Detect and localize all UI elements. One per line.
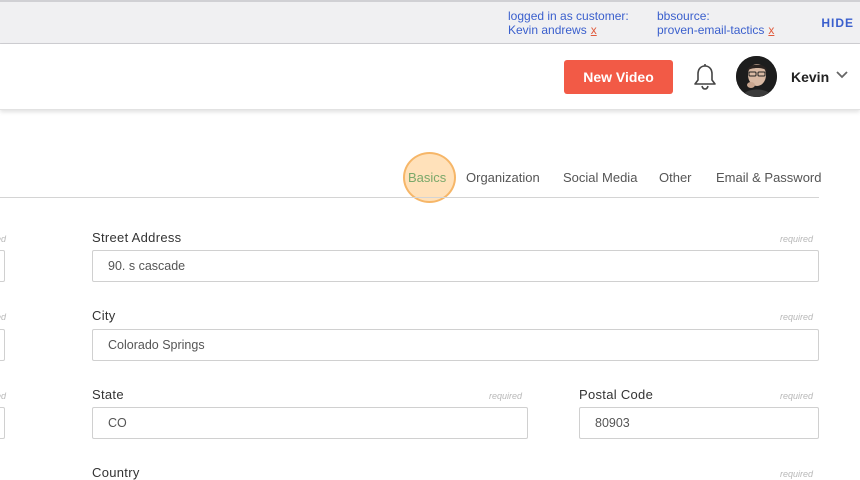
required-hint: required xyxy=(780,469,814,479)
app-header: New Video Kevin xyxy=(0,44,860,110)
customer-close-link[interactable]: x xyxy=(591,23,597,37)
user-photo-icon xyxy=(736,56,777,97)
clipped-input[interactable] xyxy=(0,407,5,439)
required-hint: required xyxy=(780,234,814,244)
source-value: proven-email-tactics xyxy=(657,23,765,37)
country-label: Country xyxy=(92,465,140,480)
city-input[interactable] xyxy=(92,329,819,361)
chevron-down-icon[interactable] xyxy=(835,70,849,80)
postal-code-label: Postal Code xyxy=(579,387,654,402)
street-address-input[interactable] xyxy=(92,250,819,282)
customer-label: logged in as customer: xyxy=(508,9,629,23)
clipped-required-hint: ed xyxy=(0,234,7,244)
city-label: City xyxy=(92,308,116,323)
admin-bar: logged in as customer: Kevin andrews x bb… xyxy=(0,0,860,44)
new-video-button[interactable]: New Video xyxy=(564,60,673,94)
source-label: bbsource: xyxy=(657,9,710,23)
tab-other[interactable]: Other xyxy=(659,170,692,185)
tab-basics[interactable]: Basics xyxy=(408,170,446,185)
customer-name: Kevin andrews xyxy=(508,23,587,37)
avatar[interactable] xyxy=(736,56,777,97)
tab-organization[interactable]: Organization xyxy=(466,170,540,185)
street-address-label: Street Address xyxy=(92,230,182,245)
profile-tabs: Basics Organization Social Media Other E… xyxy=(0,160,821,198)
customer-info: logged in as customer: Kevin andrews x xyxy=(508,9,629,37)
postal-code-input[interactable] xyxy=(579,407,819,439)
required-hint: required xyxy=(780,391,814,401)
clipped-input[interactable] xyxy=(0,250,5,282)
state-label: State xyxy=(92,387,124,402)
required-hint: required xyxy=(780,312,814,322)
clipped-input[interactable] xyxy=(0,329,5,361)
source-close-link[interactable]: x xyxy=(768,23,774,37)
bell-icon[interactable] xyxy=(692,63,718,91)
hide-button[interactable]: HIDE xyxy=(821,16,854,30)
required-hint: required xyxy=(489,391,523,401)
clipped-required-hint: ed xyxy=(0,391,7,401)
user-name[interactable]: Kevin xyxy=(791,69,829,85)
clipped-required-hint: ed xyxy=(0,312,7,322)
tab-social-media[interactable]: Social Media xyxy=(563,170,637,185)
state-input[interactable] xyxy=(92,407,528,439)
tab-email-password[interactable]: Email & Password xyxy=(716,170,821,185)
source-info: bbsource: proven-email-tactics x xyxy=(657,9,774,37)
